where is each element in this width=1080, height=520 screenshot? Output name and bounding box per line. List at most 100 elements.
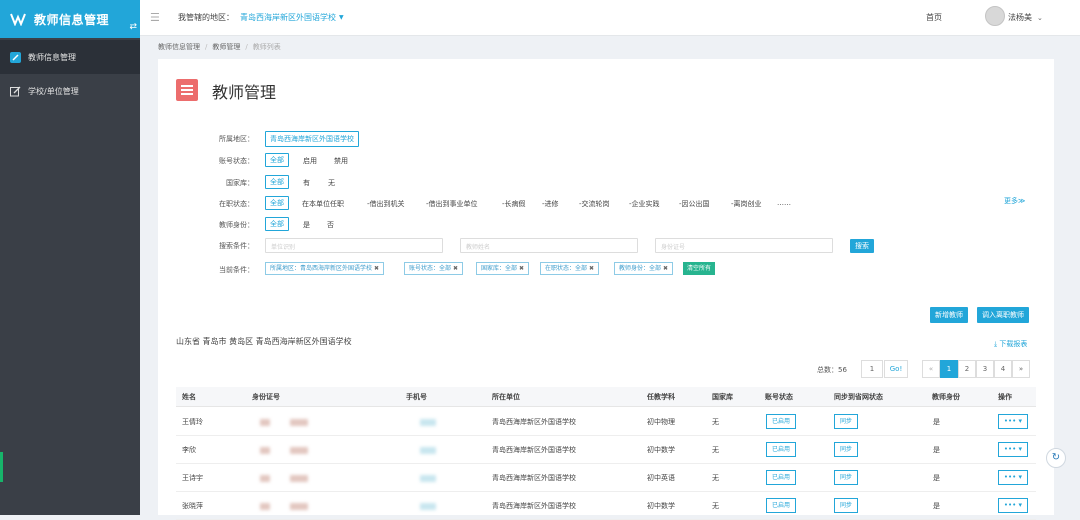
chevron-down-icon[interactable]: ▼: [339, 14, 344, 21]
condition-chip[interactable]: 国家库：全部 ✖: [476, 262, 530, 275]
work-option[interactable]: -交流轮岗: [579, 199, 610, 209]
breadcrumb-separator: /: [245, 43, 248, 51]
sync-button[interactable]: 同步: [834, 470, 858, 485]
breadcrumb-item[interactable]: 教师管理: [212, 42, 240, 52]
page-title: 教师管理: [212, 83, 277, 102]
col-header: 操作: [998, 393, 1012, 401]
work-option[interactable]: -借出到事业单位: [426, 199, 478, 209]
import-teacher-button[interactable]: 调入离职教师: [977, 307, 1029, 323]
account-option-disabled[interactable]: 禁用: [334, 156, 348, 166]
next-page-button[interactable]: »: [1012, 360, 1030, 378]
account-all-button[interactable]: 全部: [265, 153, 289, 167]
condition-chip[interactable]: 在职状态：全部 ✖: [540, 262, 600, 275]
main-panel: 教师管理 所属地区： 青岛西海岸新区外国语学校 账号状态： 全部 启用 禁用 国…: [158, 59, 1054, 520]
redacted-id: [290, 447, 308, 454]
row-actions-dropdown[interactable]: ••• ▾: [998, 414, 1028, 429]
chip-label: 账号状态：全部: [409, 265, 452, 272]
condition-chip[interactable]: 账号状态：全部 ✖: [404, 262, 464, 275]
download-report-link[interactable]: ⤓ 下载报表: [994, 339, 1027, 349]
chip-label: 国家库：全部: [481, 265, 518, 272]
talent-option-no[interactable]: 无: [328, 178, 335, 188]
condition-chip[interactable]: 教师身份：全部 ✖: [614, 262, 674, 275]
breadcrumb-current: 教师列表: [252, 43, 281, 51]
redacted-id: [290, 475, 308, 482]
work-all-button[interactable]: 全部: [265, 196, 289, 210]
download-label: 下载报表: [999, 340, 1028, 348]
page-1-button[interactable]: 1: [940, 360, 958, 378]
page-input[interactable]: 1: [861, 360, 883, 378]
col-header: 同步到省网状态: [834, 393, 883, 401]
sidebar-item-teacher-info[interactable]: 教师信息管理: [0, 40, 140, 74]
account-status-button[interactable]: 已启用: [766, 498, 796, 513]
close-icon[interactable]: ✖: [589, 265, 594, 272]
work-option[interactable]: -因公出国: [679, 199, 710, 209]
identity-option-no[interactable]: 否: [327, 220, 334, 230]
table-row: 李欣 青岛西海岸新区外国语学校 初中数学 无 已启用 同步 是 ••• ▾: [176, 436, 1036, 464]
work-option[interactable]: -借出到机关: [367, 199, 405, 209]
work-option[interactable]: -企业实践: [629, 199, 660, 209]
row-actions-dropdown[interactable]: ••• ▾: [998, 470, 1028, 485]
help-chat-icon[interactable]: ↻: [1046, 448, 1066, 468]
account-option-enabled[interactable]: 启用: [303, 156, 317, 166]
more-filters-link[interactable]: 更多≫: [1004, 196, 1025, 206]
region-tag[interactable]: 青岛西海岸新区外国语学校: [265, 131, 359, 147]
close-icon[interactable]: ✖: [453, 265, 458, 272]
name-search-input[interactable]: 教师姓名: [460, 238, 638, 253]
idcard-search-input[interactable]: 身份证号: [655, 238, 833, 253]
condition-chip[interactable]: 所属地区：青岛西海岸新区外国语学校 ✖: [265, 262, 385, 275]
work-option[interactable]: -离岗创业: [731, 199, 762, 209]
talent-all-button[interactable]: 全部: [265, 175, 289, 189]
close-icon[interactable]: ✖: [519, 265, 524, 272]
region-selector[interactable]: 青岛西海岸新区外国语学校: [240, 12, 336, 23]
identity-option-yes[interactable]: 是: [303, 220, 310, 230]
search-button[interactable]: 搜索: [850, 239, 874, 253]
identity-all-button[interactable]: 全部: [265, 217, 289, 231]
logo-icon: [10, 13, 26, 26]
work-option[interactable]: 在本单位任职: [302, 199, 344, 209]
user-chevron-icon[interactable]: ⌄: [1037, 14, 1043, 22]
filter-current-label: 当前条件：: [219, 266, 254, 274]
page-4-button[interactable]: 4: [994, 360, 1012, 378]
account-status-button[interactable]: 已启用: [766, 442, 796, 457]
menu-icon[interactable]: ☰: [150, 11, 160, 24]
account-status-button[interactable]: 已启用: [766, 414, 796, 429]
table-header: [176, 387, 1036, 407]
redacted-phone: [420, 503, 436, 510]
brand-header: 教师信息管理 ⇄: [0, 0, 140, 38]
cell-identity: 是: [933, 446, 940, 454]
cell-subject: 初中数学: [647, 446, 675, 454]
work-option[interactable]: -长病假: [502, 199, 526, 209]
page-3-button[interactable]: 3: [976, 360, 994, 378]
sidebar: 教师信息管理 ⇄ 教师信息管理 学校/单位管理: [0, 0, 140, 515]
go-button[interactable]: Go!: [884, 360, 908, 378]
scroll-indicator: [0, 452, 3, 482]
user-name[interactable]: 法杨美: [1008, 12, 1032, 23]
avatar[interactable]: [985, 6, 1005, 26]
add-teacher-button[interactable]: 新增教师: [930, 307, 968, 323]
col-header: 手机号: [406, 393, 427, 401]
col-header: 账号状态: [765, 393, 793, 401]
work-option[interactable]: -进修: [542, 199, 559, 209]
sync-button[interactable]: 同步: [834, 442, 858, 457]
prev-page-button[interactable]: «: [922, 360, 940, 378]
table-row: 王诗宇 青岛西海岸新区外国语学校 初中英语 无 已启用 同步 是 ••• ▾: [176, 464, 1036, 492]
sidebar-toggle-icon[interactable]: ⇄: [129, 22, 137, 32]
close-icon[interactable]: ✖: [663, 265, 668, 272]
account-status-button[interactable]: 已启用: [766, 470, 796, 485]
clear-all-button[interactable]: 清空所有: [683, 262, 716, 275]
sync-button[interactable]: 同步: [834, 414, 858, 429]
cell-unit: 青岛西海岸新区外国语学校: [492, 474, 576, 482]
sidebar-item-school[interactable]: 学校/单位管理: [0, 74, 140, 108]
cell-unit: 青岛西海岸新区外国语学校: [492, 446, 576, 454]
unit-search-input[interactable]: 单位识别: [265, 238, 443, 253]
page-2-button[interactable]: 2: [958, 360, 976, 378]
row-actions-dropdown[interactable]: ••• ▾: [998, 498, 1028, 513]
talent-option-yes[interactable]: 有: [303, 178, 310, 188]
sync-button[interactable]: 同步: [834, 498, 858, 513]
row-actions-dropdown[interactable]: ••• ▾: [998, 442, 1028, 457]
cell-identity: 是: [933, 474, 940, 482]
close-icon[interactable]: ✖: [374, 265, 379, 272]
filter-talent-label: 国家库：: [226, 179, 254, 187]
home-link[interactable]: 首页: [926, 12, 942, 23]
breadcrumb-item[interactable]: 教师信息管理: [158, 42, 200, 52]
